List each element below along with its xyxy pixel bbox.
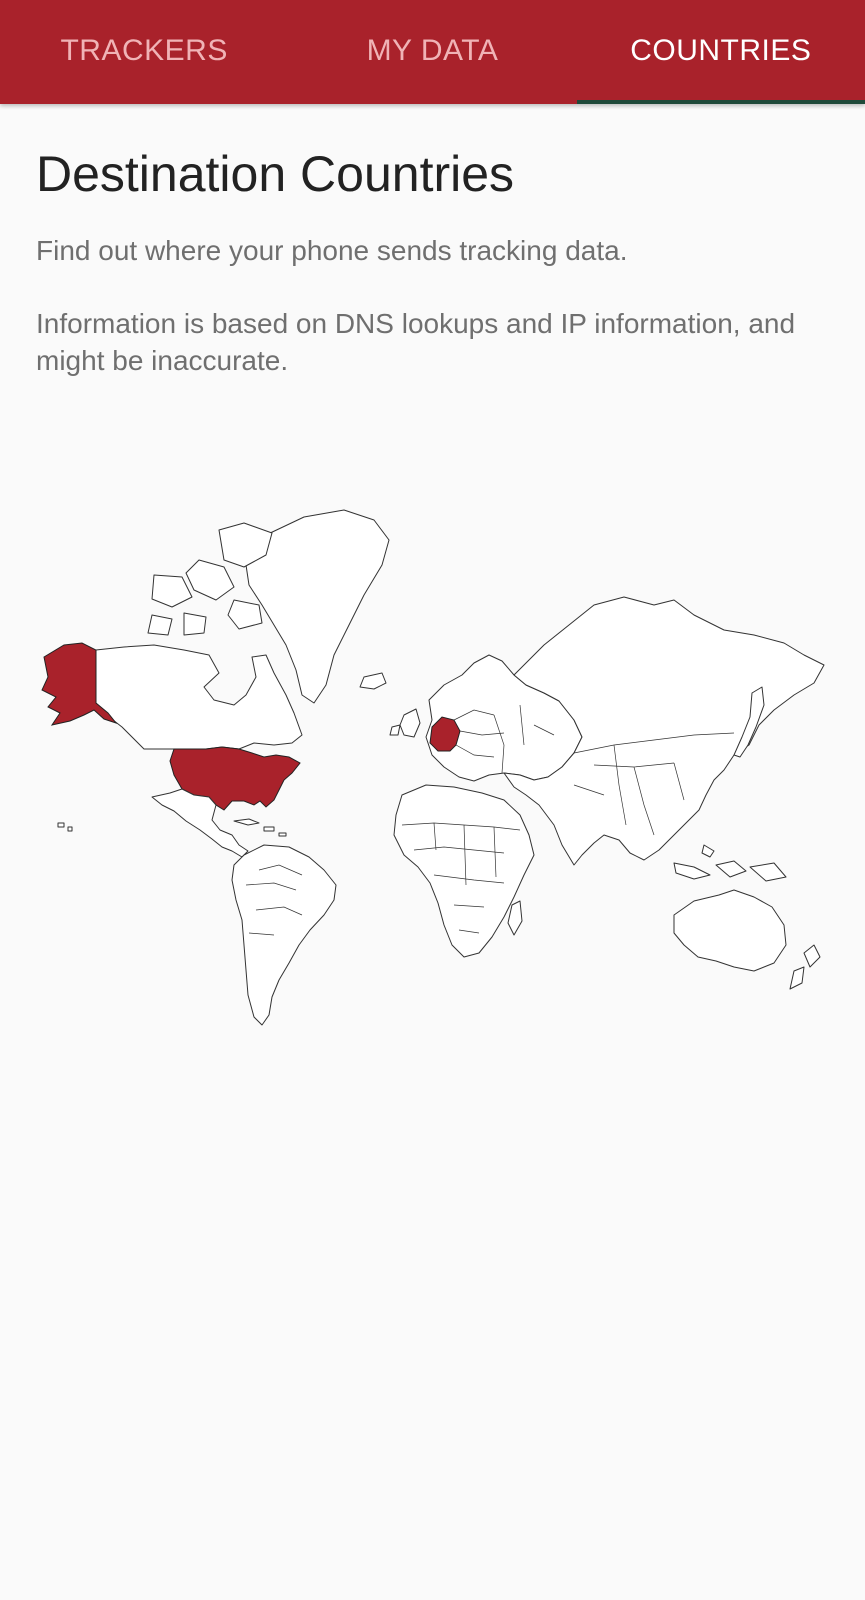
page-description: Find out where your phone sends tracking… <box>36 235 628 266</box>
caribbean-islands <box>233 818 287 837</box>
tab-trackers[interactable]: TRACKERS <box>0 0 288 104</box>
accuracy-note: Information is based on DNS lookups and … <box>36 308 796 376</box>
continent-south-america <box>231 844 337 1026</box>
hawaii-islands <box>57 822 73 832</box>
tab-my-data[interactable]: MY DATA <box>288 0 576 104</box>
page-title: Destination Countries <box>36 146 515 202</box>
southeast-asia-islands <box>673 844 787 882</box>
country-iceland <box>359 672 387 690</box>
country-new-zealand <box>789 944 821 990</box>
tab-bar: TRACKERS MY DATA COUNTRIES <box>0 0 865 104</box>
country-canada <box>95 644 303 750</box>
world-map <box>34 505 830 1045</box>
tab-countries[interactable]: COUNTRIES <box>576 0 865 104</box>
country-australia <box>673 889 787 972</box>
country-uk <box>389 708 421 738</box>
country-madagascar <box>507 900 523 936</box>
